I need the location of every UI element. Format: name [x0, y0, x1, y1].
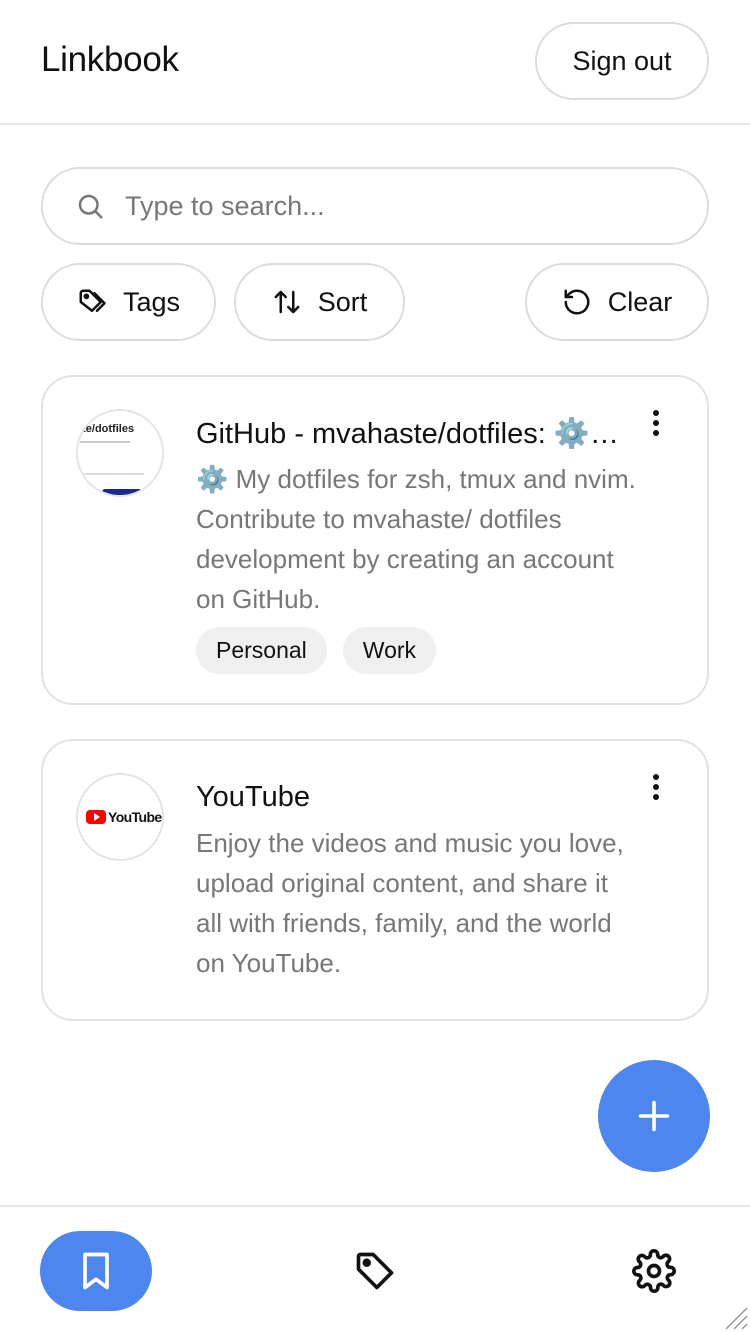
thumbnail-text: ste/dotfiles [76, 423, 135, 435]
link-card[interactable]: YouTube YouTube Enjoy the videos and mus… [41, 739, 709, 1021]
link-title[interactable]: YouTube [196, 781, 626, 814]
add-link-button[interactable] [598, 1060, 710, 1172]
search-bar[interactable] [41, 167, 709, 245]
nav-bookmarks[interactable] [40, 1231, 152, 1311]
link-thumbnail: YouTube [76, 773, 164, 861]
link-title[interactable]: GitHub - mvahaste/dotfiles: ⚙️ My dotfil… [196, 417, 626, 451]
tag-icon [356, 1252, 394, 1290]
thumbnail-text: YouTube [108, 809, 162, 825]
tag-chip[interactable]: Personal [196, 627, 327, 674]
nav-settings[interactable] [614, 1231, 694, 1311]
link-description: Enjoy the videos and music you love, upl… [196, 828, 624, 978]
search-input[interactable] [125, 190, 665, 222]
resize-grip-icon[interactable] [722, 1304, 748, 1330]
gear-icon [632, 1249, 676, 1293]
plus-icon [638, 1100, 670, 1132]
bottom-nav [0, 1205, 750, 1332]
tag-chip[interactable]: Work [342, 627, 437, 674]
sort-button[interactable]: Sort [234, 263, 405, 341]
clear-label: Clear [607, 286, 673, 317]
tags-filter-label: Tags [122, 286, 181, 317]
rotate-ccw-icon [564, 289, 590, 315]
clear-button[interactable]: Clear [525, 263, 709, 341]
tag-icon [79, 289, 106, 312]
tags-filter-button[interactable]: Tags [41, 263, 216, 341]
youtube-play-icon [86, 810, 106, 824]
search-icon [78, 194, 103, 219]
more-vertical-icon[interactable] [649, 773, 663, 803]
link-card[interactable]: ste/dotfiles GitHub - mvahaste/dotfiles:… [41, 375, 709, 705]
link-thumbnail: ste/dotfiles [76, 409, 164, 497]
bookmark-icon [83, 1252, 109, 1290]
app-title: Linkbook [41, 40, 179, 79]
link-description: ⚙️ My dotfiles for zsh, tmux and nvim. C… [196, 464, 636, 614]
sort-arrows-icon [274, 290, 300, 314]
link-tags: Personal Work [196, 627, 437, 674]
more-vertical-icon[interactable] [649, 409, 663, 439]
app-header: Linkbook Sign out [0, 0, 750, 125]
sign-out-button[interactable]: Sign out [535, 22, 709, 100]
nav-tags[interactable] [335, 1231, 415, 1311]
sort-label: Sort [317, 286, 368, 317]
